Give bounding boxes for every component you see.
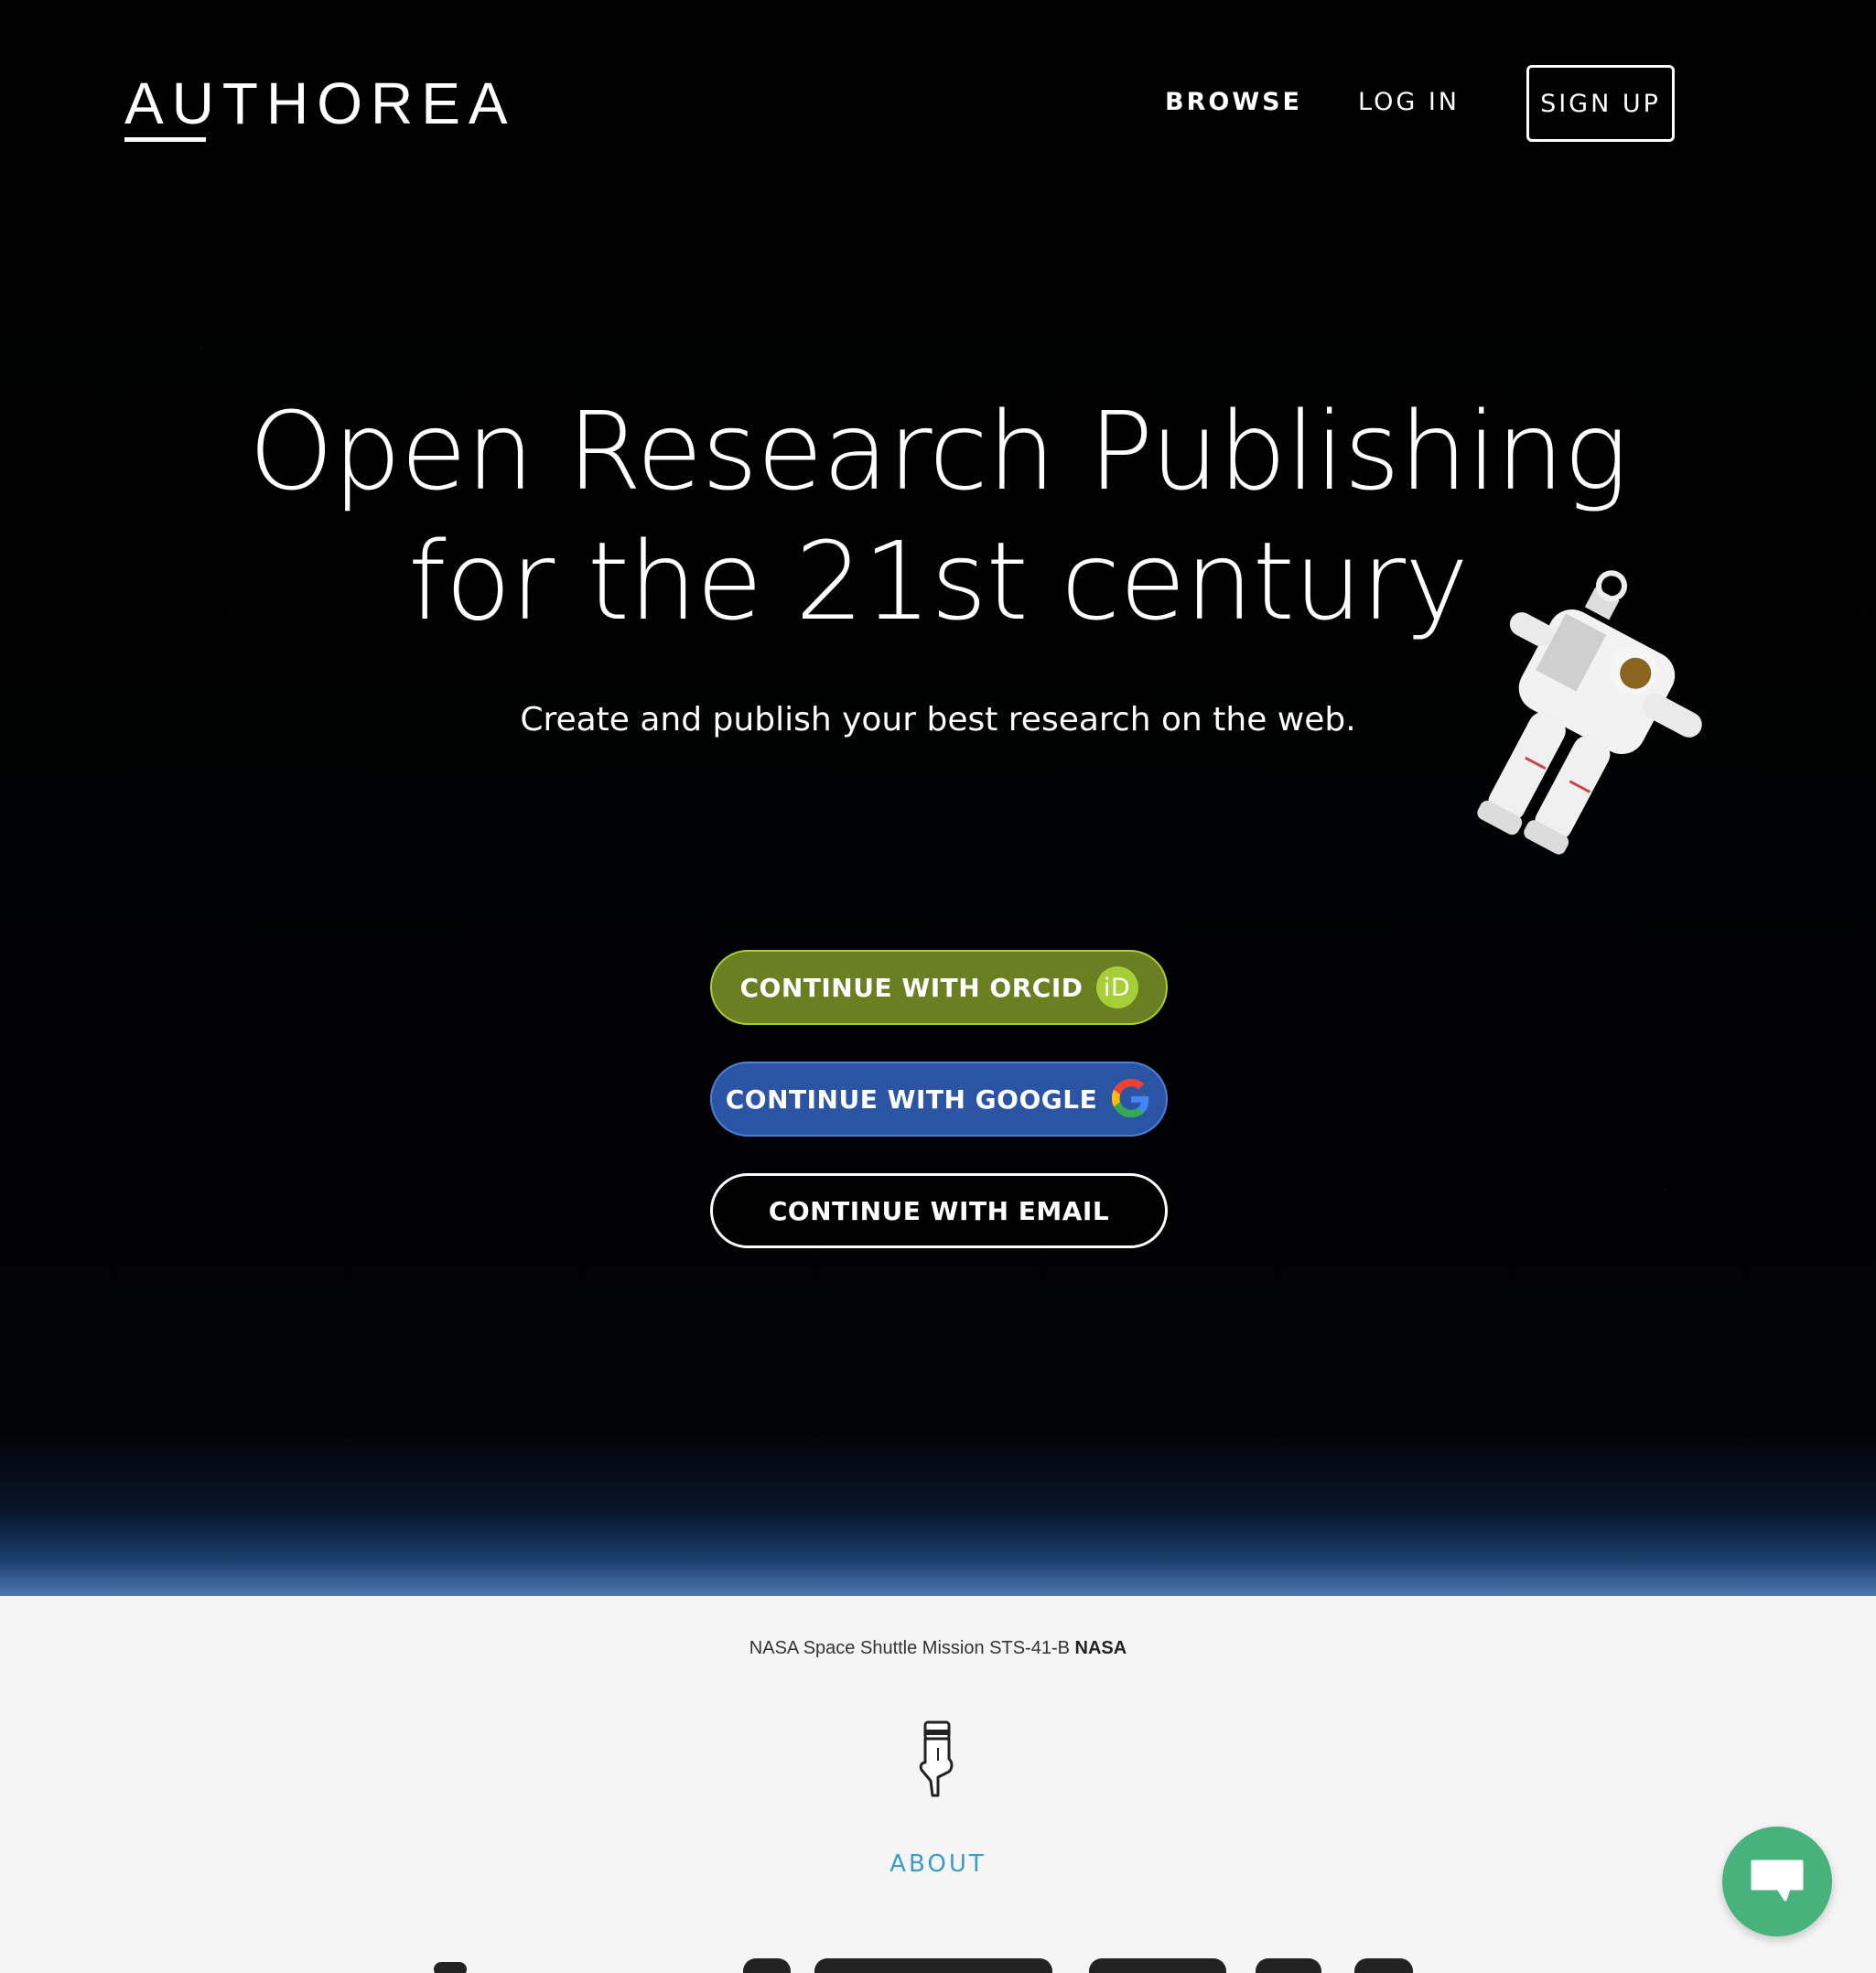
pointing-hand-icon xyxy=(919,1720,954,1797)
hero-section: AUTHOREA BROWSE LOG IN SIGN UP Open Rese… xyxy=(0,0,1876,1596)
logo-underline xyxy=(124,137,206,142)
nav-browse-link[interactable]: BROWSE xyxy=(1165,88,1302,116)
nav-login-link[interactable]: LOG IN xyxy=(1358,88,1460,116)
chat-bubble-icon xyxy=(1751,1860,1804,1902)
photo-credit-caption: NASA Space Shuttle Mission STS-41-B xyxy=(749,1638,1070,1658)
orcid-button-label: CONTINUE WITH ORCID xyxy=(739,972,1084,1003)
signup-button[interactable]: SIGN UP xyxy=(1526,65,1675,142)
continue-with-google-button[interactable]: CONTINUE WITH GOOGLE xyxy=(710,1062,1168,1137)
orcid-icon-text: iD xyxy=(1095,966,1138,1008)
photo-credit-source: NASA xyxy=(1074,1638,1127,1658)
chat-widget-button[interactable] xyxy=(1722,1827,1832,1936)
photo-credit: NASA Space Shuttle Mission STS-41-B NASA xyxy=(0,1638,1876,1659)
google-g-icon xyxy=(1112,1078,1149,1118)
headline-line-2: for the 21st century xyxy=(408,518,1469,644)
about-section-link[interactable]: ABOUT xyxy=(0,1850,1876,1878)
orcid-id-icon: iD xyxy=(1095,966,1138,1008)
google-button-label: CONTINUE WITH GOOGLE xyxy=(725,1084,1098,1115)
astronaut-image xyxy=(1477,570,1702,855)
headline-line-1: Open Research Publishing xyxy=(248,388,1628,514)
email-button-label: CONTINUE WITH EMAIL xyxy=(768,1195,1110,1226)
continue-with-orcid-button[interactable]: CONTINUE WITH ORCID iD xyxy=(710,950,1168,1025)
about-heading-cutoff xyxy=(0,1940,1876,1973)
continue-with-email-button[interactable]: CONTINUE WITH EMAIL xyxy=(710,1173,1168,1248)
authorea-logo[interactable]: AUTHOREA xyxy=(124,70,516,137)
